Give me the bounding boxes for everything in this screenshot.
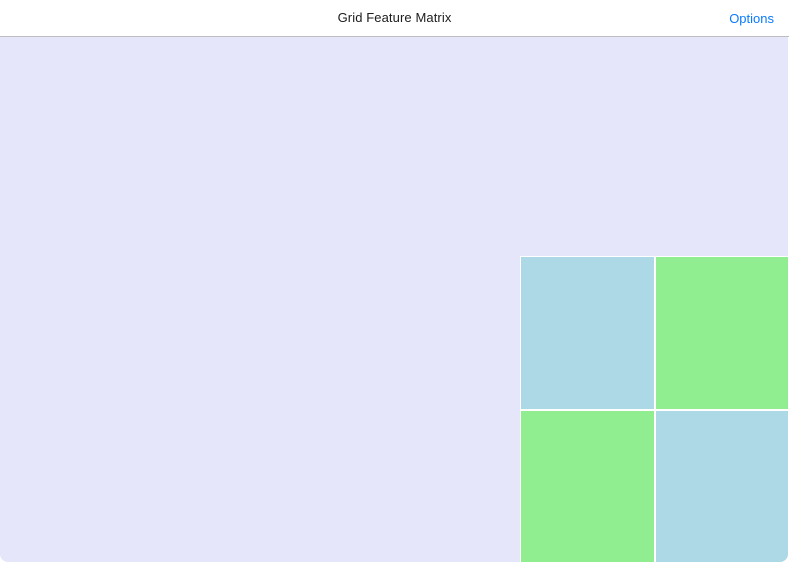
options-button[interactable]: Options [729, 11, 774, 26]
matrix-cell[interactable] [656, 411, 788, 562]
matrix-cell[interactable] [656, 257, 788, 409]
app-window: Grid Feature Matrix Options [0, 0, 789, 563]
feature-matrix-grid [520, 256, 788, 562]
matrix-cell[interactable] [521, 257, 654, 409]
page-title: Grid Feature Matrix [337, 10, 452, 25]
matrix-cell[interactable] [521, 411, 654, 562]
content-area [0, 37, 788, 562]
navigation-bar: Grid Feature Matrix Options [0, 0, 789, 37]
